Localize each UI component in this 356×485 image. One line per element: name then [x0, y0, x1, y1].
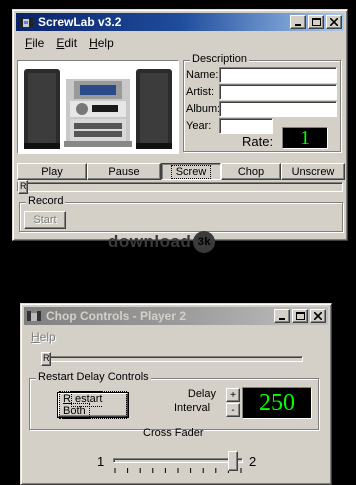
maximize-icon: [311, 18, 321, 26]
delay-interval-display: 250: [242, 387, 312, 419]
minimize-icon: [279, 318, 285, 320]
delay-label-line2: Interval: [174, 402, 211, 414]
delay-label-line1: Delay: [187, 388, 216, 400]
app-icon: [18, 15, 34, 29]
close-button[interactable]: [326, 15, 342, 29]
chop-titlebar[interactable]: Chop Controls - Player 2: [24, 307, 328, 325]
delay-increment-button[interactable]: +: [226, 388, 240, 402]
menu-edit[interactable]: Edit: [50, 34, 83, 52]
close-icon: [314, 312, 322, 320]
maximize-button[interactable]: [308, 15, 324, 29]
name-field[interactable]: [219, 67, 337, 83]
menu-file[interactable]: File: [19, 34, 50, 52]
record-group-label: Record: [26, 195, 66, 207]
year-label: Year:: [186, 120, 212, 132]
name-label: Name:: [186, 69, 219, 81]
stereo-image-frame: [17, 60, 179, 154]
watermark-badge-text: 3k: [197, 236, 211, 248]
minimize-button[interactable]: [290, 15, 306, 29]
watermark-badge: 3k: [193, 231, 216, 253]
play-button[interactable]: Play: [17, 163, 87, 180]
chop-menu-help[interactable]: Help: [25, 328, 62, 346]
menu-help[interactable]: Help: [83, 34, 120, 52]
window-title: ScrewLab v3.2: [38, 15, 122, 29]
screwlab-window: ScrewLab v3.2 File Edit Help Description…: [12, 9, 348, 241]
seek-track[interactable]: [17, 182, 343, 192]
year-field[interactable]: [219, 118, 273, 134]
chop-menubar: Help: [25, 328, 62, 346]
description-group: Description Name: Artist: Album: Year: R…: [183, 53, 341, 152]
description-group-label: Description: [190, 53, 250, 65]
pause-button[interactable]: Pause: [87, 163, 161, 180]
cross-fader-label: Cross Fader: [143, 427, 204, 439]
screwlab-titlebar[interactable]: ScrewLab v3.2: [16, 13, 344, 31]
transport-bar: Play Pause Screw Chop Unscrew: [17, 163, 345, 180]
album-field[interactable]: [219, 101, 337, 117]
rate-display: 1: [282, 127, 328, 149]
record-group: Record Start: [19, 195, 343, 232]
artist-label: Artist:: [186, 86, 215, 98]
cross-fader-ticks: [114, 468, 242, 473]
restart-delay-group-label: Restart Delay Controls: [36, 371, 151, 383]
menubar: File Edit Help: [19, 34, 120, 52]
seek-thumb[interactable]: R: [18, 180, 28, 194]
cross-fader-thumb[interactable]: [228, 451, 239, 471]
seek-thumb-glyph: R: [20, 181, 27, 191]
delay-decrement-button[interactable]: -: [226, 403, 240, 417]
watermark-text: download: [108, 232, 192, 251]
close-icon: [330, 18, 338, 26]
chop-minimize-button[interactable]: [274, 309, 290, 323]
chop-position-thumb[interactable]: R: [41, 352, 51, 366]
cross-fader-right-label: 2: [249, 454, 257, 469]
chop-window-title: Chop Controls - Player 2: [46, 309, 187, 323]
stereo-system-image: [18, 61, 178, 153]
chop-position-track[interactable]: [41, 356, 303, 362]
minimize-icon: [295, 24, 301, 26]
unscrew-button[interactable]: Unscrew: [281, 163, 345, 180]
delay-label: Delay Interval: [174, 387, 216, 415]
screw-button[interactable]: Screw: [161, 163, 221, 180]
start-record-button[interactable]: Start: [24, 211, 66, 229]
chop-app-icon: [26, 309, 42, 323]
chop-button[interactable]: Chop: [221, 163, 281, 180]
restart-delay-group: Restart Delay Controls Restart Both Dela…: [29, 371, 319, 430]
restart-both-button[interactable]: Restart Both: [57, 391, 129, 419]
cross-fader-track[interactable]: [113, 458, 243, 463]
chop-close-button[interactable]: [310, 309, 326, 323]
chop-thumb-glyph: R: [43, 353, 50, 363]
chop-controls-window: Chop Controls - Player 2 Help R Restart …: [20, 303, 332, 485]
maximize-icon: [295, 312, 305, 320]
album-label: Album:: [186, 103, 221, 115]
artist-field[interactable]: [219, 84, 337, 100]
rate-label: Rate:: [242, 134, 274, 149]
cross-fader-left-label: 1: [97, 454, 105, 469]
chop-maximize-button[interactable]: [292, 309, 308, 323]
download-watermark: download 3k: [108, 231, 216, 253]
